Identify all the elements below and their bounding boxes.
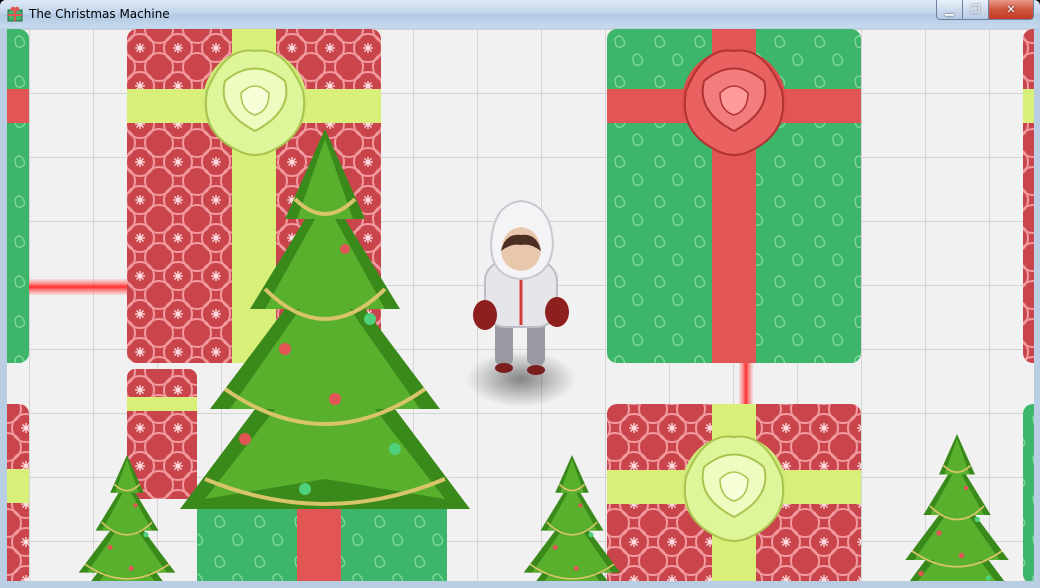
game-window: The Christmas Machine ▁ ❐ ✕	[0, 0, 1040, 588]
window-controls: ▁ ❐ ✕	[936, 0, 1034, 20]
laser-beam-horizontal	[29, 279, 129, 295]
close-icon: ✕	[1006, 3, 1016, 16]
close-button[interactable]: ✕	[989, 0, 1034, 20]
player-shadow	[466, 351, 576, 407]
title-bar[interactable]: The Christmas Machine ▁ ❐ ✕	[0, 0, 1040, 28]
present-left-edge-top	[7, 29, 29, 363]
game-scene	[7, 29, 1034, 581]
maximize-button[interactable]: ❐	[963, 0, 989, 20]
minimize-button[interactable]: ▁	[936, 0, 963, 20]
present-green-bottom-left	[197, 499, 447, 581]
maximize-icon: ❐	[970, 3, 981, 16]
present-right-edge-top	[1023, 29, 1034, 363]
present-left-edge-bottom	[7, 404, 29, 581]
app-icon	[7, 6, 23, 22]
game-viewport[interactable]	[7, 29, 1034, 581]
present-right-edge-bottom	[1023, 404, 1034, 581]
minimize-icon: ▁	[945, 3, 954, 16]
present-green-top-right	[607, 29, 861, 363]
window-title: The Christmas Machine	[29, 7, 170, 21]
present-red-bottom-right	[607, 404, 861, 581]
